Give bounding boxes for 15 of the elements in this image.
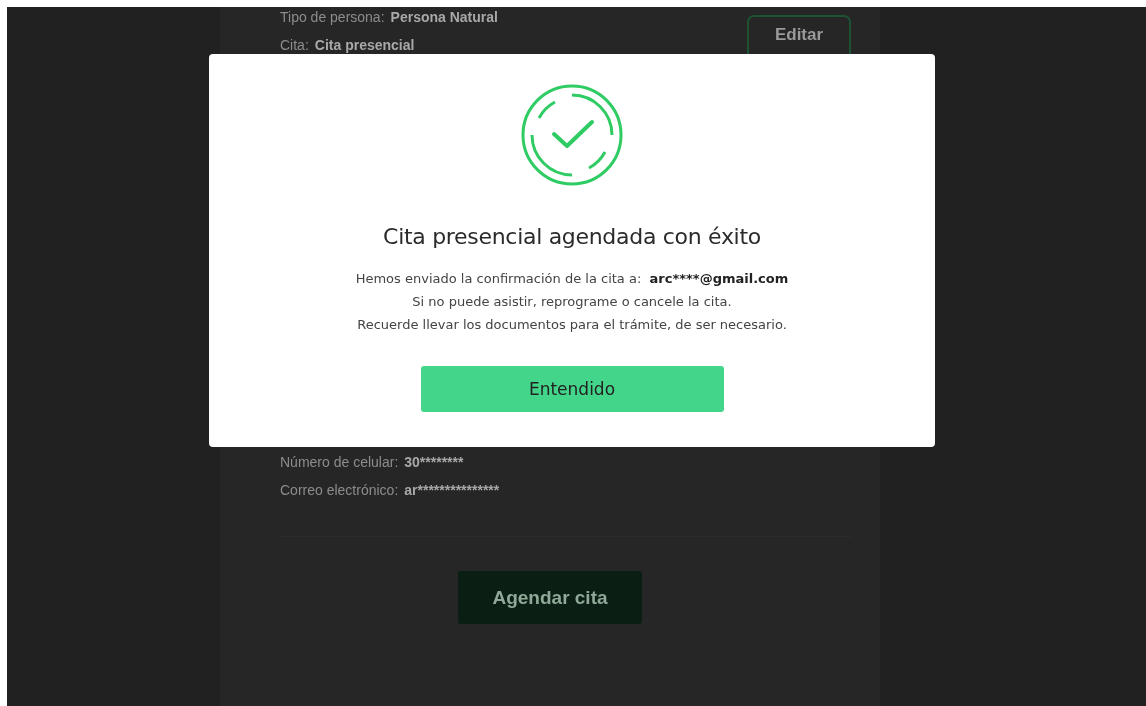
detail-value: Cita presencial — [314, 37, 415, 53]
check-circle-icon — [521, 84, 623, 186]
detail-label: Número de celular: — [280, 454, 399, 470]
info-text: Recuerde llevar los documentos para el trámite, de ser necesario. — [357, 316, 787, 334]
detail-value: Persona Natural — [390, 9, 498, 25]
confirm-button[interactable]: Entendido — [420, 366, 724, 412]
detail-value: 30******** — [404, 454, 464, 470]
detail-label: Tipo de persona: — [280, 9, 385, 25]
detail-value: ar*************** — [404, 482, 500, 498]
schedule-button[interactable]: Agendar cita — [458, 571, 642, 624]
info-text: Si no puede asistir, reprograme o cancele la cita. — [412, 293, 732, 311]
detail-label: Cita: — [280, 37, 309, 53]
confirmation-message: Hemos enviado la confirmación de la cita a: arc****@gmail.com — [355, 270, 789, 288]
detail-label: Correo electrónico: — [280, 482, 399, 498]
dialog-title: Cita presencial agendada con éxito — [383, 224, 761, 249]
